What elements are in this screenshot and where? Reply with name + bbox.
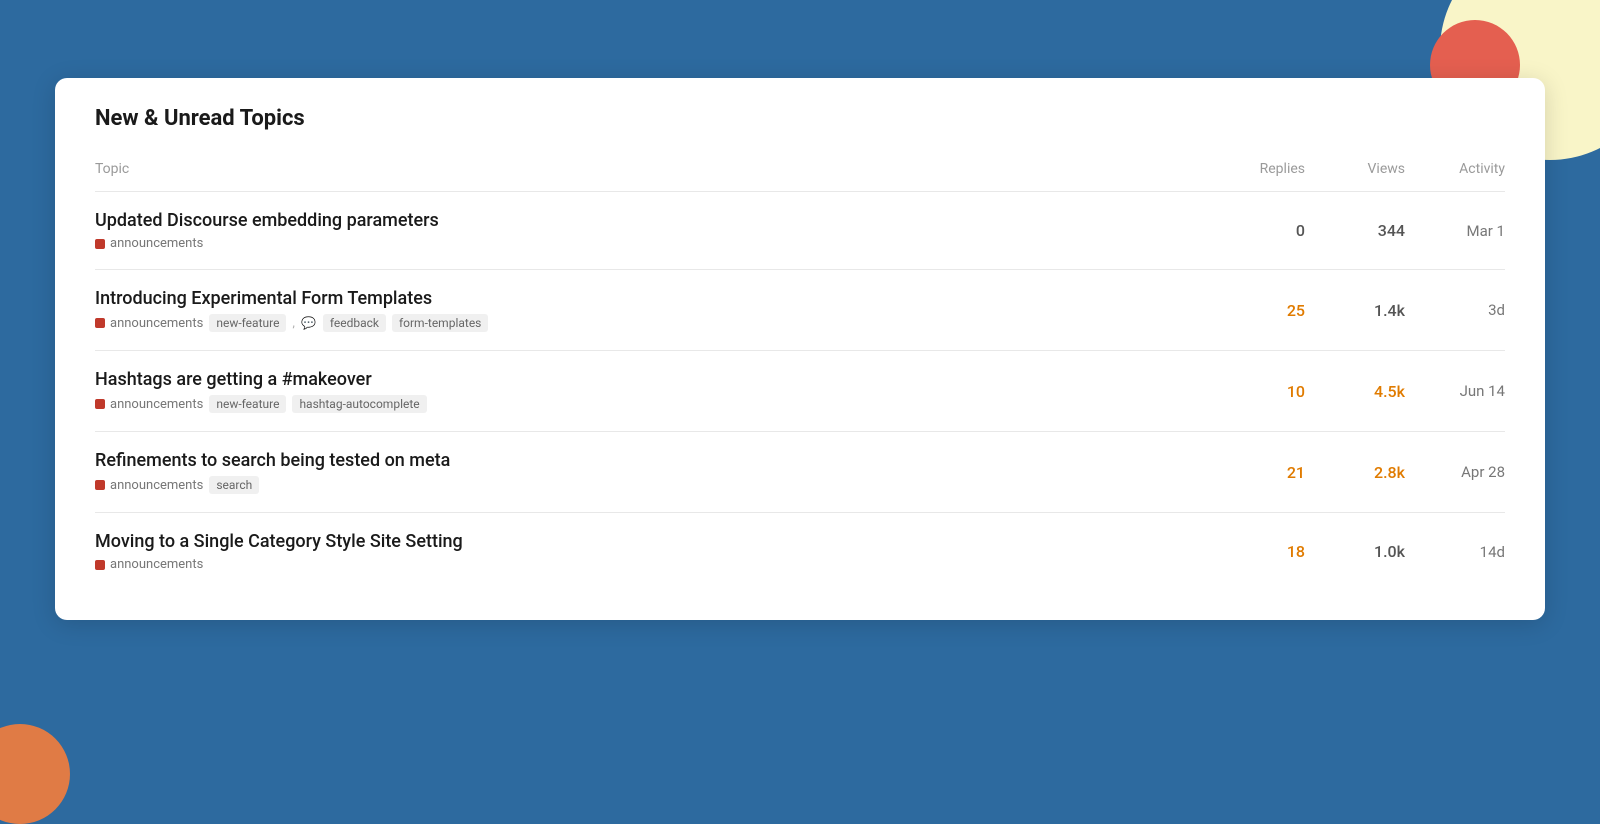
- topics-table: Topic Replies Views Activity Updated Dis…: [95, 153, 1505, 590]
- activity-date: Mar 1: [1405, 192, 1505, 270]
- views-count: 2.8k: [1305, 432, 1405, 513]
- replies-count: 18: [1205, 513, 1305, 591]
- topic-tags: announcements search: [95, 476, 1205, 494]
- col-header-views: Views: [1305, 153, 1405, 192]
- replies-count: 25: [1205, 270, 1305, 351]
- topic-title[interactable]: Updated Discourse embedding parameters: [95, 210, 1205, 231]
- topic-title[interactable]: Refinements to search being tested on me…: [95, 450, 1205, 471]
- category-dot: [95, 239, 105, 249]
- topic-tags: announcements new-feature, 💬 feedback form-t…: [95, 314, 1205, 332]
- category-dot: [95, 560, 105, 570]
- category-tag[interactable]: announcements: [95, 478, 203, 493]
- topic-title[interactable]: Moving to a Single Category Style Site S…: [95, 531, 1205, 552]
- replies-count: 0: [1205, 192, 1305, 270]
- views-count: 1.0k: [1305, 513, 1405, 591]
- table-body: Updated Discourse embedding parameters an…: [95, 192, 1505, 591]
- category-tag[interactable]: announcements: [95, 557, 203, 572]
- topic-tags: announcements: [95, 557, 1205, 572]
- topic-cell: Introducing Experimental Form Templates a…: [95, 270, 1205, 351]
- topic-tag[interactable]: new-feature: [209, 395, 286, 413]
- activity-date: Apr 28: [1405, 432, 1505, 513]
- speech-bubble-icon: 💬: [301, 315, 317, 331]
- col-header-topic: Topic: [95, 153, 1205, 192]
- topics-panel: New & Unread Topics Topic Replies Views …: [55, 78, 1545, 620]
- replies-count: 21: [1205, 432, 1305, 513]
- table-row: Moving to a Single Category Style Site S…: [95, 513, 1505, 591]
- table-header: Topic Replies Views Activity: [95, 153, 1505, 192]
- activity-date: 14d: [1405, 513, 1505, 591]
- views-count: 4.5k: [1305, 351, 1405, 432]
- topic-cell: Updated Discourse embedding parameters an…: [95, 192, 1205, 270]
- topic-tag[interactable]: hashtag-autocomplete: [292, 395, 426, 413]
- tag-comma: ,: [292, 316, 294, 330]
- replies-count: 10: [1205, 351, 1305, 432]
- topic-tag[interactable]: form-templates: [392, 314, 488, 332]
- category-dot: [95, 399, 105, 409]
- panel-title: New & Unread Topics: [95, 106, 1505, 131]
- topic-tag[interactable]: search: [209, 476, 259, 494]
- activity-date: 3d: [1405, 270, 1505, 351]
- category-dot: [95, 318, 105, 328]
- topic-tag[interactable]: new-feature: [209, 314, 286, 332]
- topic-title[interactable]: Introducing Experimental Form Templates: [95, 288, 1205, 309]
- col-header-replies: Replies: [1205, 153, 1305, 192]
- table-row: Updated Discourse embedding parameters an…: [95, 192, 1505, 270]
- category-tag[interactable]: announcements: [95, 316, 203, 331]
- topic-tags: announcements new-feature hashtag-autocomp…: [95, 395, 1205, 413]
- views-count: 1.4k: [1305, 270, 1405, 351]
- topic-title[interactable]: Hashtags are getting a #makeover: [95, 369, 1205, 390]
- topic-tags: announcements: [95, 236, 1205, 251]
- table-row: Introducing Experimental Form Templates a…: [95, 270, 1505, 351]
- category-tag[interactable]: announcements: [95, 397, 203, 412]
- table-row: Refinements to search being tested on me…: [95, 432, 1505, 513]
- topic-cell: Refinements to search being tested on me…: [95, 432, 1205, 513]
- category-tag[interactable]: announcements: [95, 236, 203, 251]
- topic-cell: Hashtags are getting a #makeover announce…: [95, 351, 1205, 432]
- topic-cell: Moving to a Single Category Style Site S…: [95, 513, 1205, 591]
- views-count: 344: [1305, 192, 1405, 270]
- topic-tag[interactable]: feedback: [323, 314, 386, 332]
- category-dot: [95, 480, 105, 490]
- activity-date: Jun 14: [1405, 351, 1505, 432]
- col-header-activity: Activity: [1405, 153, 1505, 192]
- circle-orange: [0, 724, 70, 824]
- table-row: Hashtags are getting a #makeover announce…: [95, 351, 1505, 432]
